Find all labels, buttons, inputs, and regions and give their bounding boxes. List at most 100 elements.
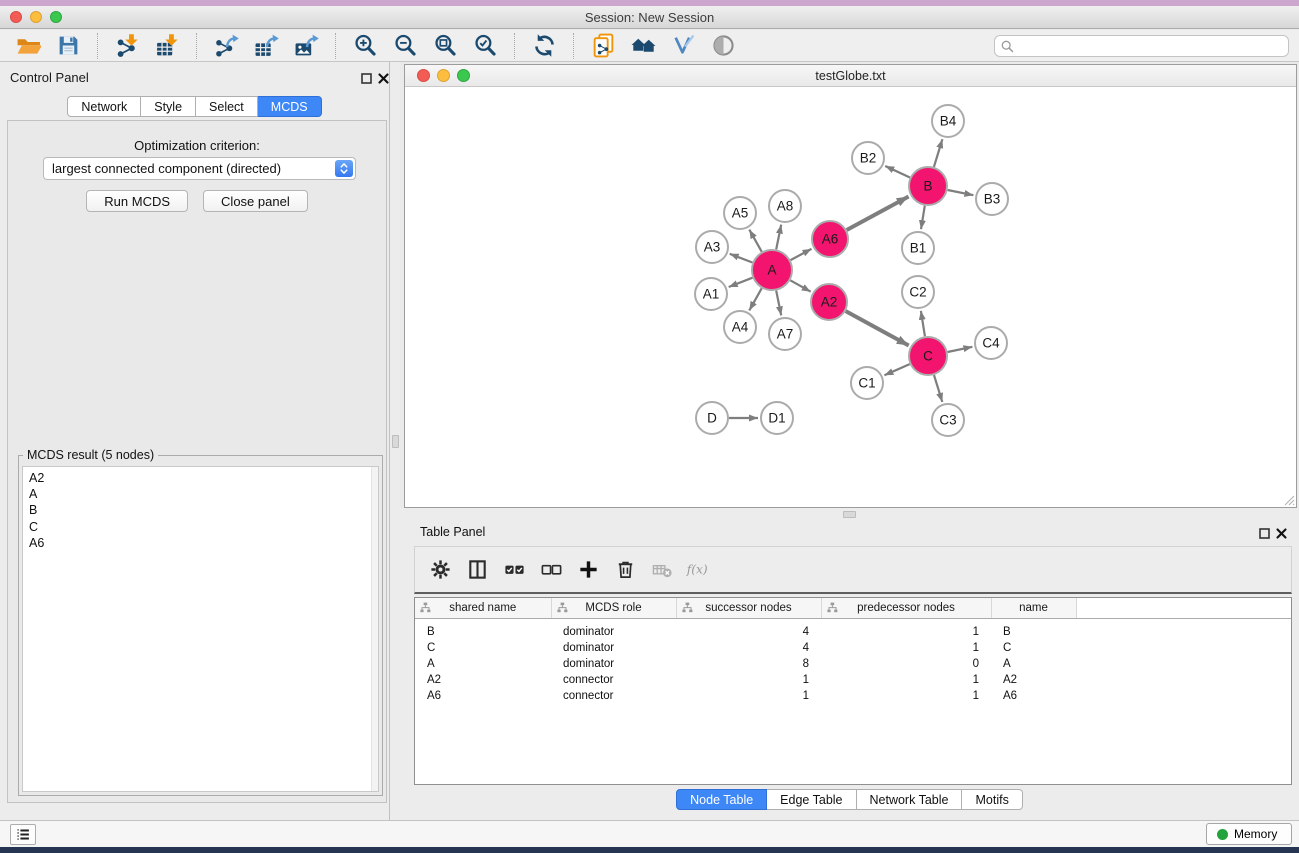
table-cell[interactable]: 1 bbox=[821, 688, 991, 704]
zoom-out-button[interactable] bbox=[389, 32, 421, 60]
graph-node-C[interactable]: C bbox=[909, 337, 947, 375]
refresh-button[interactable] bbox=[528, 32, 560, 60]
table-row[interactable]: Bdominator41B bbox=[415, 618, 1292, 640]
graph-node-A2[interactable]: A2 bbox=[811, 284, 847, 320]
open-button[interactable] bbox=[12, 32, 44, 60]
table-cell[interactable]: 4 bbox=[676, 640, 821, 656]
select-all-button[interactable] bbox=[501, 557, 527, 583]
network-minimize-button[interactable] bbox=[437, 69, 450, 82]
result-scrollbar[interactable] bbox=[371, 467, 378, 791]
control-panel-tab-select[interactable]: Select bbox=[196, 96, 258, 117]
graph-node-A3[interactable]: A3 bbox=[696, 231, 728, 263]
graph-edge-A2-C[interactable] bbox=[846, 311, 909, 345]
gear-button[interactable] bbox=[427, 557, 453, 583]
graph-edge-A-A8[interactable] bbox=[776, 225, 781, 250]
mcds-result-item[interactable]: B bbox=[29, 502, 368, 518]
table-cell[interactable]: 1 bbox=[676, 688, 821, 704]
zoom-in-button[interactable] bbox=[349, 32, 381, 60]
import-network-button[interactable] bbox=[111, 32, 143, 60]
graph-node-C3[interactable]: C3 bbox=[932, 404, 964, 436]
graph-edge-A6-B[interactable] bbox=[847, 197, 909, 231]
mcds-result-item[interactable]: A6 bbox=[29, 535, 368, 551]
table-row[interactable]: A2connector11A2 bbox=[415, 672, 1292, 688]
run-mcds-button[interactable]: Run MCDS bbox=[86, 190, 188, 212]
table-cell[interactable]: connector bbox=[551, 688, 676, 704]
export-image-button[interactable] bbox=[290, 32, 322, 60]
close-window-button[interactable] bbox=[10, 11, 22, 23]
mcds-result-item[interactable]: C bbox=[29, 519, 368, 535]
graph-node-A[interactable]: A bbox=[752, 250, 792, 290]
graph-node-D[interactable]: D bbox=[696, 402, 728, 434]
network-graph[interactable]: AA6A2BCA5A8A3A1A4A7B2B4B3B1C2C4C1C3DD1 bbox=[405, 87, 1296, 507]
minimize-window-button[interactable] bbox=[30, 11, 42, 23]
export-table-button[interactable] bbox=[250, 32, 282, 60]
network-close-button[interactable] bbox=[417, 69, 430, 82]
network-zoom-button[interactable] bbox=[457, 69, 470, 82]
table-cell[interactable]: dominator bbox=[551, 640, 676, 656]
float-table-panel-icon[interactable] bbox=[1258, 527, 1271, 540]
export-network-button[interactable] bbox=[210, 32, 242, 60]
graph-node-A6[interactable]: A6 bbox=[812, 221, 848, 257]
graph-edge-A-A6[interactable] bbox=[791, 249, 812, 260]
mcds-result-item[interactable]: A bbox=[29, 486, 368, 502]
table-cell[interactable]: C bbox=[991, 640, 1076, 656]
table-row[interactable]: Cdominator41C bbox=[415, 640, 1292, 656]
table-cell[interactable]: 1 bbox=[821, 618, 991, 640]
graph-node-B4[interactable]: B4 bbox=[932, 105, 964, 137]
graph-node-C1[interactable]: C1 bbox=[851, 367, 883, 399]
close-table-panel-icon[interactable] bbox=[1275, 527, 1288, 540]
save-button[interactable] bbox=[52, 32, 84, 60]
graph-node-A8[interactable]: A8 bbox=[769, 190, 801, 222]
graph-edge-A-A7[interactable] bbox=[776, 291, 781, 316]
graph-edge-A-A1[interactable] bbox=[729, 278, 753, 287]
table-cell[interactable]: A6 bbox=[991, 688, 1076, 704]
home-button[interactable] bbox=[627, 32, 659, 60]
graph-edge-B-B3[interactable] bbox=[948, 190, 974, 195]
criterion-select[interactable]: largest connected component (directed) bbox=[43, 157, 356, 180]
table-cell[interactable]: 1 bbox=[821, 672, 991, 688]
table-cell[interactable]: A bbox=[991, 656, 1076, 672]
delete-row-button[interactable] bbox=[612, 557, 638, 583]
column-header[interactable]: MCDS role bbox=[551, 598, 676, 618]
task-history-button[interactable] bbox=[10, 824, 36, 845]
clone-network-button[interactable] bbox=[587, 32, 619, 60]
zoom-selected-button[interactable] bbox=[469, 32, 501, 60]
graph-node-B[interactable]: B bbox=[909, 167, 947, 205]
graph-edge-B-B2[interactable] bbox=[885, 166, 910, 178]
graph-node-C4[interactable]: C4 bbox=[975, 327, 1007, 359]
graph-edge-A-A4[interactable] bbox=[749, 288, 761, 310]
table-tab-edge-table[interactable]: Edge Table bbox=[767, 789, 856, 810]
close-panel-icon[interactable] bbox=[377, 72, 390, 85]
table-cell[interactable]: C bbox=[415, 640, 551, 656]
zoom-window-button[interactable] bbox=[50, 11, 62, 23]
network-canvas[interactable]: AA6A2BCA5A8A3A1A4A7B2B4B3B1C2C4C1C3DD1 bbox=[405, 87, 1296, 507]
table-cell[interactable]: connector bbox=[551, 672, 676, 688]
column-button[interactable] bbox=[464, 557, 490, 583]
resize-grip-icon[interactable] bbox=[1284, 495, 1295, 506]
table-cell[interactable]: A2 bbox=[991, 672, 1076, 688]
graph-edge-A-A2[interactable] bbox=[790, 280, 810, 291]
fx-button[interactable]: f(x) bbox=[686, 557, 712, 583]
table-cell[interactable]: B bbox=[991, 618, 1076, 640]
graph-edge-A-A3[interactable] bbox=[730, 254, 753, 263]
table-cell[interactable]: 1 bbox=[676, 672, 821, 688]
graph-node-D1[interactable]: D1 bbox=[761, 402, 793, 434]
table-cell[interactable]: 0 bbox=[821, 656, 991, 672]
table-cell[interactable]: A6 bbox=[415, 688, 551, 704]
table-cell[interactable]: A bbox=[415, 656, 551, 672]
memory-button[interactable]: Memory bbox=[1206, 823, 1292, 845]
delete-table-button[interactable] bbox=[649, 557, 675, 583]
graph-edge-C-C4[interactable] bbox=[948, 347, 973, 352]
table-cell[interactable]: A2 bbox=[415, 672, 551, 688]
graph-edge-C-C1[interactable] bbox=[884, 364, 909, 375]
mcds-result-item[interactable]: A2 bbox=[29, 470, 368, 486]
graph-node-B1[interactable]: B1 bbox=[902, 232, 934, 264]
add-row-button[interactable] bbox=[575, 557, 601, 583]
graph-node-A7[interactable]: A7 bbox=[769, 318, 801, 350]
show-hide-button[interactable] bbox=[707, 32, 739, 60]
graph-edge-C-C3[interactable] bbox=[934, 375, 942, 402]
graph-node-C2[interactable]: C2 bbox=[902, 276, 934, 308]
table-cell[interactable]: dominator bbox=[551, 656, 676, 672]
control-panel-tab-network[interactable]: Network bbox=[67, 96, 141, 117]
table-cell[interactable]: 8 bbox=[676, 656, 821, 672]
